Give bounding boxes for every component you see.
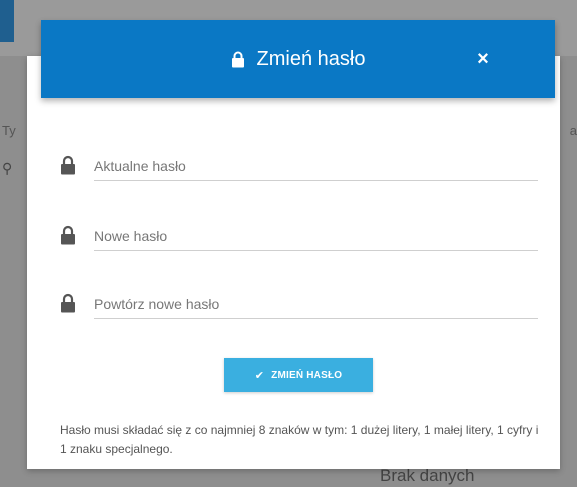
dialog-title: Zmień hasło bbox=[256, 47, 366, 70]
change-password-button[interactable]: ✔ ZMIEŃ HASŁO bbox=[224, 358, 373, 392]
lock-icon bbox=[60, 155, 76, 175]
password-requirements-hint: Hasło musi składać się z co najmniej 8 z… bbox=[60, 423, 539, 456]
close-button[interactable]: × bbox=[471, 47, 495, 71]
lock-icon bbox=[60, 293, 76, 313]
background-label-right: a bbox=[569, 123, 577, 138]
new-password-input[interactable] bbox=[94, 221, 538, 251]
change-password-dialog bbox=[27, 56, 560, 469]
current-password-field bbox=[60, 151, 538, 191]
background-search-icon: ⚲ bbox=[2, 160, 13, 176]
current-password-input[interactable] bbox=[94, 151, 538, 181]
dialog-header: Zmień hasło × bbox=[41, 20, 555, 98]
check-icon: ✔ bbox=[254, 369, 265, 382]
background-label: Ty bbox=[2, 123, 16, 138]
lock-icon bbox=[231, 51, 245, 68]
new-password-field bbox=[60, 221, 538, 261]
repeat-password-input[interactable] bbox=[94, 289, 538, 319]
repeat-password-field bbox=[60, 289, 538, 329]
background-accent bbox=[0, 0, 14, 42]
change-password-button-label: ZMIEŃ HASŁO bbox=[271, 369, 343, 381]
background-empty-text: Brak danych bbox=[380, 466, 475, 485]
lock-icon bbox=[60, 225, 76, 245]
close-icon: × bbox=[477, 47, 489, 70]
